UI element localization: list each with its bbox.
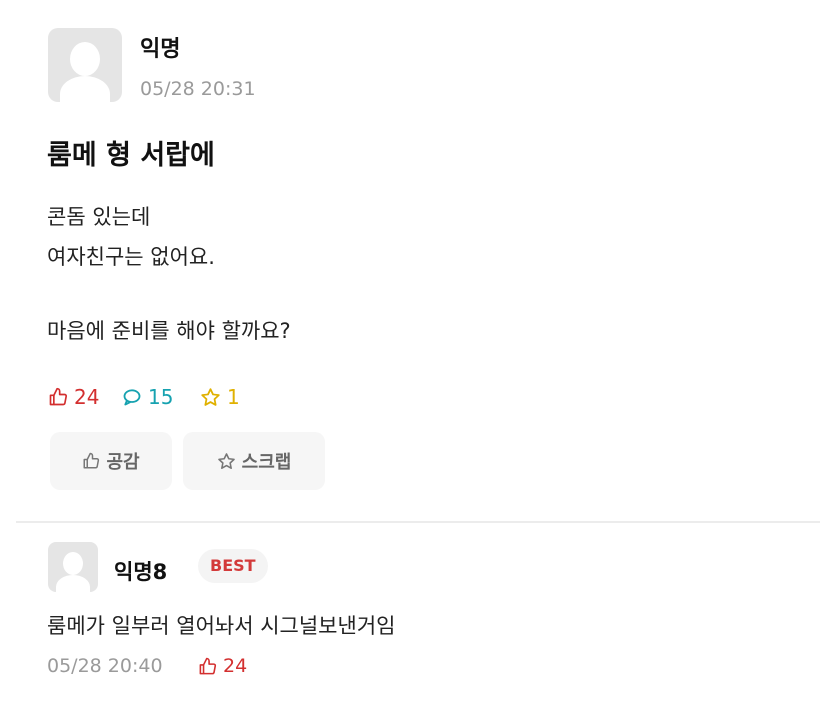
comment-author-name: 익명8 xyxy=(114,560,168,584)
comment-timestamp: 05/28 20:40 xyxy=(47,655,163,677)
star-icon xyxy=(217,452,235,469)
section-divider xyxy=(16,521,820,523)
thumbs-up-icon xyxy=(199,657,217,674)
like-button-label: 공감 xyxy=(106,452,140,473)
comment-author-avatar[interactable] xyxy=(48,542,98,592)
comment-count: 15 xyxy=(122,385,173,409)
post-timestamp: 05/28 20:31 xyxy=(140,78,256,100)
post-body-line: 콘돔 있는데 xyxy=(47,205,151,229)
avatar-body xyxy=(60,76,110,102)
like-count: 24 xyxy=(48,385,99,409)
post-author-name: 익명 xyxy=(140,37,181,62)
scrap-count: 1 xyxy=(200,385,240,409)
post-author-avatar[interactable] xyxy=(48,28,122,102)
scrap-button[interactable]: 스크랩 xyxy=(183,432,325,490)
post-body-line: 마음에 준비를 해야 할까요? xyxy=(47,319,291,343)
comment-text: 룸메가 일부러 열어놔서 시그널보낸거임 xyxy=(47,614,396,638)
comment-like-value: 24 xyxy=(223,655,248,677)
avatar-head xyxy=(70,42,100,76)
thumbs-up-icon xyxy=(83,452,100,469)
thumbs-up-icon xyxy=(49,387,68,406)
best-badge: BEST xyxy=(198,549,268,583)
like-button[interactable]: 공감 xyxy=(50,432,172,490)
post-body-line: 여자친구는 없어요. xyxy=(47,245,215,269)
comment-like-count[interactable]: 24 xyxy=(198,655,247,677)
scrap-button-label: 스크랩 xyxy=(241,452,292,473)
avatar-head xyxy=(63,552,83,575)
post-title: 룸메 형 서랍에 xyxy=(47,140,215,171)
speech-bubble-icon xyxy=(123,389,141,406)
like-count-value: 24 xyxy=(74,385,100,409)
scrap-count-value: 1 xyxy=(227,385,240,409)
avatar-body xyxy=(56,575,90,592)
star-icon xyxy=(201,387,220,406)
comment-count-value: 15 xyxy=(148,385,174,409)
